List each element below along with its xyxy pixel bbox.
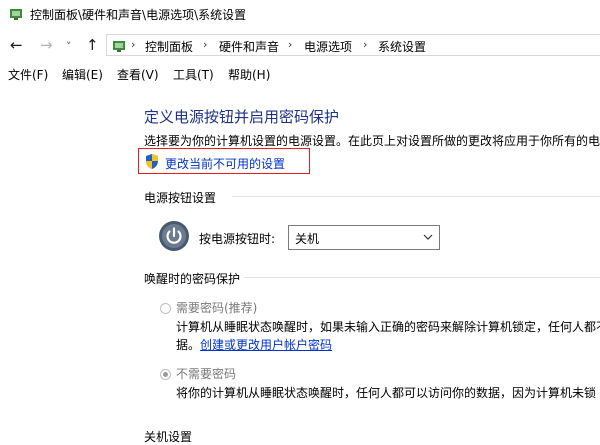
power-button-icon [159, 221, 189, 251]
menu-view[interactable]: 查看(V) [117, 66, 159, 83]
breadcrumb-separator[interactable]: › [131, 38, 135, 51]
password-section-title: 唤醒时的密码保护 [144, 272, 241, 286]
no-password-radio[interactable] [160, 369, 171, 380]
control-panel-icon [113, 41, 125, 52]
shutdown-section-title: 关机设置 [144, 430, 193, 444]
power-button-action-value: 关机 [295, 232, 320, 246]
require-password-label: 需要密码(推荐) [176, 301, 258, 315]
no-password-description: 将你的计算机从睡眠状态唤醒时，任何人都可以访问你的数据，因为计算机未锁 [176, 386, 597, 400]
control-panel-icon [10, 9, 22, 20]
breadcrumb-system-settings[interactable]: 系统设置 [378, 38, 426, 55]
breadcrumb-separator[interactable]: › [288, 38, 292, 51]
require-password-description-suffix: 据。 [176, 338, 201, 352]
window-title: 控制面板\硬件和声音\电源选项\系统设置 [30, 8, 247, 22]
power-button-action-select[interactable]: 关机 [288, 225, 440, 250]
require-password-description: 计算机从睡眠状态唤醒时，如果未输入正确的密码来解除计算机锁定，任何人都不 [176, 320, 600, 334]
power-button-section-title: 电源按钮设置 [144, 191, 217, 205]
change-unavailable-settings-link[interactable]: 更改当前不可用的设置 [165, 155, 285, 172]
no-password-label: 不需要密码 [176, 367, 237, 381]
page-heading: 定义电源按钮并启用密码保护 [144, 108, 340, 126]
power-button-label: 按电源按钮时: [199, 232, 276, 246]
breadcrumb-separator[interactable]: › [363, 38, 367, 51]
menu-tools[interactable]: 工具(T) [173, 66, 214, 83]
back-button[interactable]: ← [10, 37, 23, 53]
chevron-down-icon [423, 234, 433, 240]
breadcrumb-separator[interactable]: › [203, 38, 207, 51]
menu-file[interactable]: 文件(F) [8, 66, 48, 83]
breadcrumb-hardware-sound[interactable]: 硬件和声音 [219, 38, 279, 55]
address-bar[interactable]: › 控制面板 › 硬件和声音 › 电源选项 › 系统设置 [106, 34, 600, 56]
menu-help[interactable]: 帮助(H) [228, 66, 270, 83]
title-bar: 控制面板\硬件和声音\电源选项\系统设置 [0, 0, 600, 28]
section-divider [244, 277, 600, 278]
menu-bar: 文件(F) 编辑(E) 查看(V) 工具(T) 帮助(H) [0, 62, 600, 84]
menu-edit[interactable]: 编辑(E) [62, 66, 103, 83]
require-password-radio[interactable] [160, 303, 171, 314]
forward-button[interactable]: → [40, 37, 53, 53]
radio-selected-dot [163, 372, 168, 377]
breadcrumb-control-panel[interactable]: 控制面板 [145, 38, 193, 55]
section-divider [232, 196, 600, 197]
up-button[interactable]: ↑ [86, 37, 99, 53]
create-change-password-link[interactable]: 创建或更改用户帐户密码 [200, 338, 332, 352]
require-password-description-end: 据。创建或更改用户帐户密码 [176, 336, 332, 353]
uac-shield-icon [146, 154, 158, 169]
breadcrumb-power-options[interactable]: 电源选项 [304, 38, 352, 55]
recent-locations-chevron-icon[interactable]: ˅ [66, 39, 72, 55]
page-description: 选择要为你的计算机设置的电源设置。在此页上对设置所做的更改将应用于你所有的电 [144, 134, 600, 148]
